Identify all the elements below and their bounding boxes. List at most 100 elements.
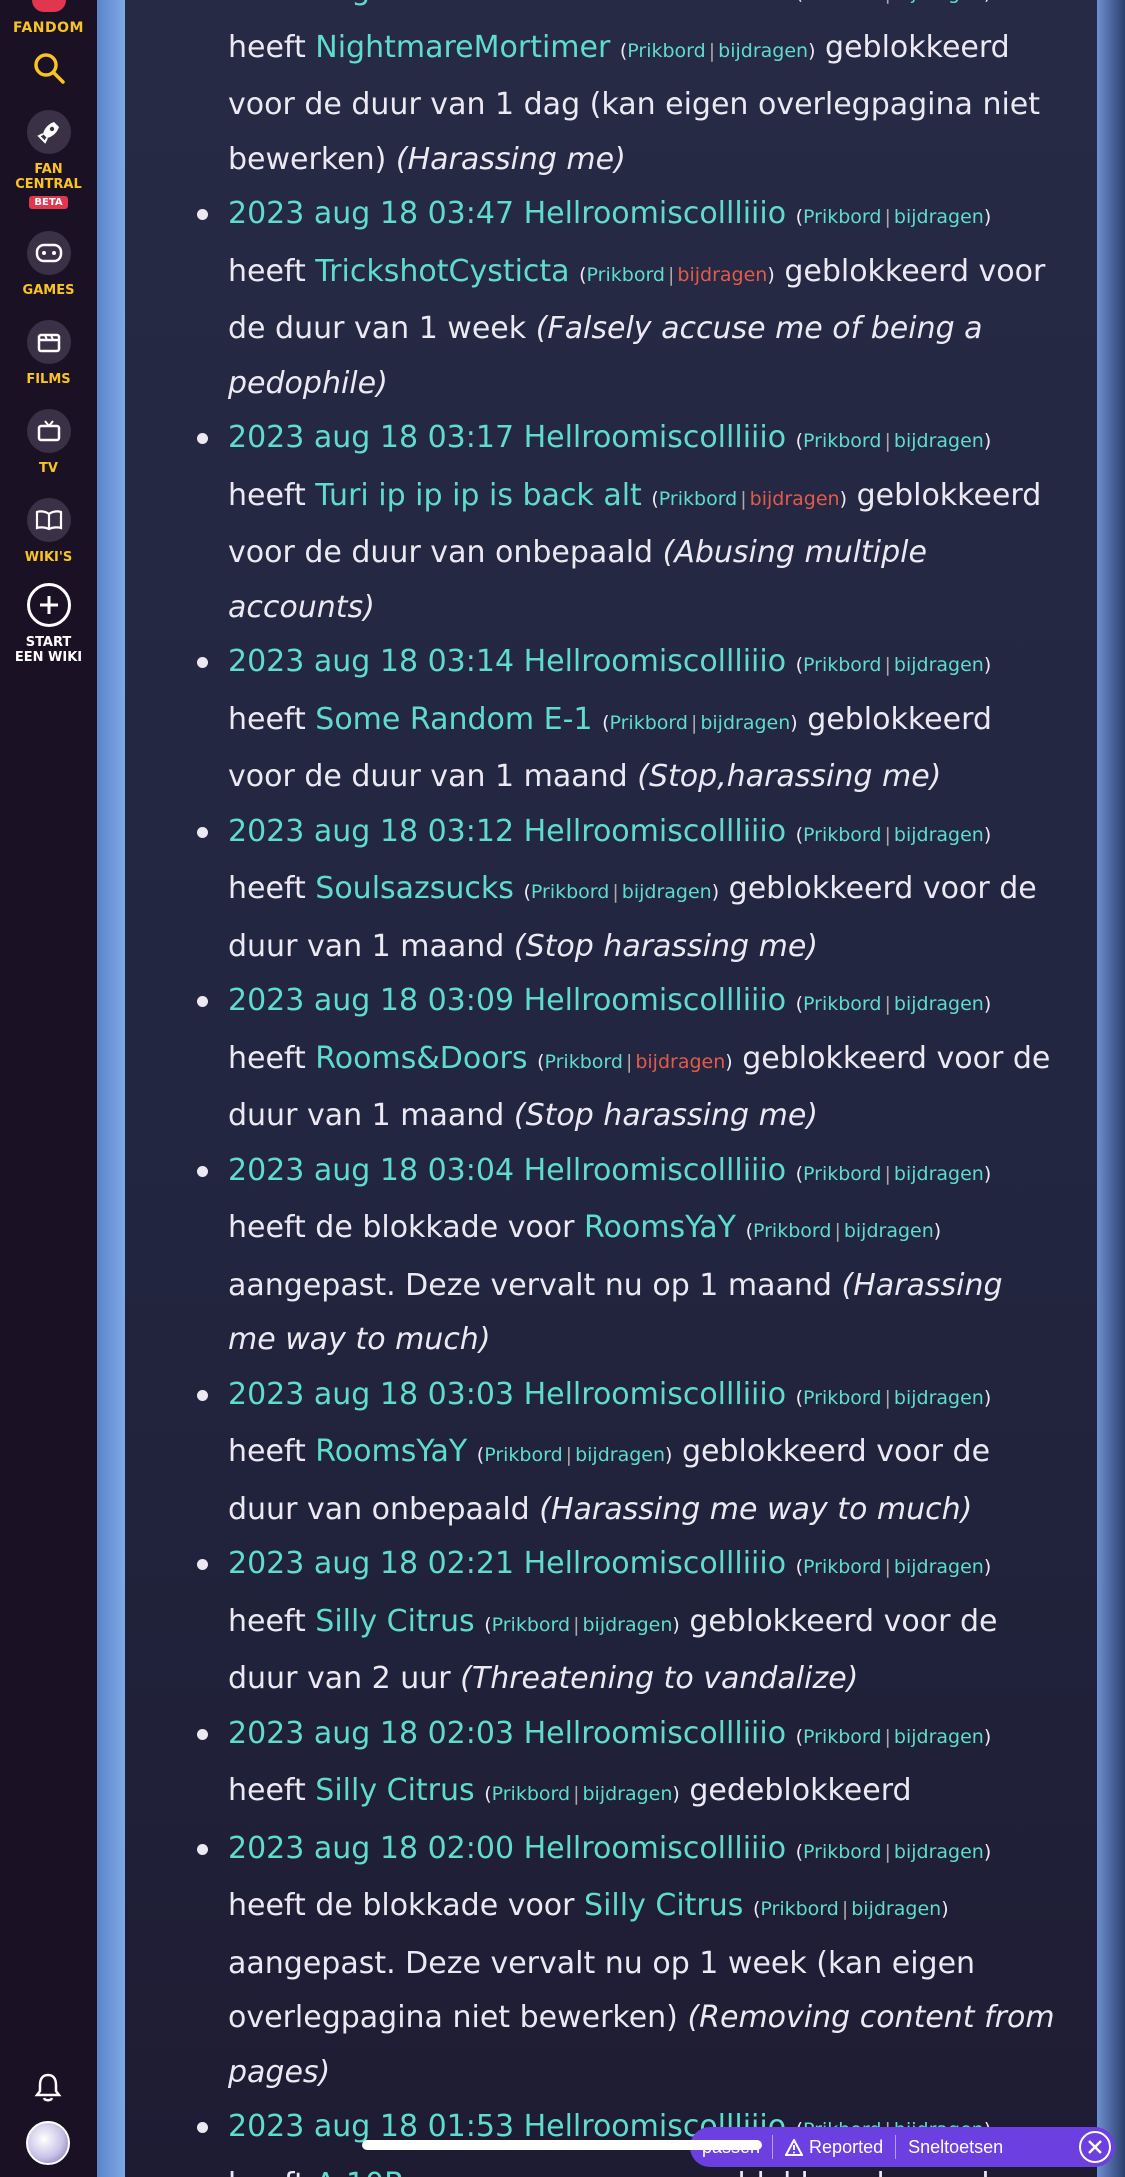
admin-user-link[interactable]: Hellroomiscollliiio: [524, 1153, 786, 1188]
target-user-link[interactable]: Soulsazsucks: [315, 871, 514, 906]
talk-link[interactable]: Prikbord: [803, 993, 881, 1015]
contribs-link[interactable]: bijdragen: [582, 1614, 672, 1636]
entry-timestamp-link[interactable]: 2023 aug 18 02:03: [228, 1716, 514, 1751]
contribs-link[interactable]: bijdragen: [622, 881, 712, 903]
contribs-link[interactable]: bijdragen: [851, 1898, 941, 1920]
talk-link[interactable]: Prikbord: [803, 1163, 881, 1185]
target-user-link[interactable]: RoomsYaY: [584, 1210, 736, 1245]
contribs-link[interactable]: bijdragen: [700, 712, 790, 734]
talk-link[interactable]: Prikbord: [803, 1556, 881, 1578]
contribs-link[interactable]: bijdragen: [894, 430, 984, 452]
fandom-brand-label[interactable]: FANDOM: [13, 20, 84, 36]
entry-timestamp-link[interactable]: 2023 aug 18 03:12: [228, 814, 514, 849]
admin-user-link[interactable]: Hellroomiscollliiio: [524, 814, 786, 849]
close-icon[interactable]: [1079, 2131, 1111, 2163]
target-user-link[interactable]: Some Random E-1: [315, 702, 592, 737]
entry-timestamp-link[interactable]: 2023 aug 18 03:14: [228, 644, 514, 679]
target-user-link[interactable]: Silly Citrus: [315, 1604, 474, 1639]
contribs-link[interactable]: bijdragen: [582, 1783, 672, 1805]
admin-user-link[interactable]: Hellroomiscollliiio: [524, 1377, 786, 1412]
talk-link[interactable]: Prikbord: [760, 1898, 838, 1920]
talk-link[interactable]: Prikbord: [627, 40, 705, 62]
admin-user-link[interactable]: Hellroomiscollliiio: [524, 1546, 786, 1581]
talk-link[interactable]: Prikbord: [803, 430, 881, 452]
reported-button[interactable]: Reported: [773, 2137, 895, 2158]
talk-link[interactable]: Prikbord: [803, 1841, 881, 1863]
contribs-link[interactable]: bijdragen: [894, 654, 984, 676]
entry-timestamp-link[interactable]: 2023 aug 18 01:53: [228, 2109, 514, 2144]
talk-link[interactable]: Prikbord: [803, 1387, 881, 1409]
contribs-link[interactable]: bijdragen: [894, 1387, 984, 1409]
target-user-link[interactable]: NightmareMortimer: [315, 30, 610, 65]
admin-user-link[interactable]: Hellroomiscollliiio: [524, 1716, 786, 1751]
nav-item-films[interactable]: FILMS: [0, 320, 97, 387]
contribs-link[interactable]: bijdragen: [894, 206, 984, 228]
admin-user-link[interactable]: Hellroomiscollliiio: [524, 1831, 786, 1866]
target-user-link[interactable]: Silly Citrus: [584, 1888, 743, 1923]
talk-link[interactable]: Prikbord: [803, 654, 881, 676]
entry-timestamp-link[interactable]: 2023 aug 18 03:04: [228, 1153, 514, 1188]
talk-link[interactable]: Prikbord: [609, 712, 687, 734]
talk-link[interactable]: Prikbord: [803, 824, 881, 846]
contribs-link[interactable]: bijdragen: [575, 1444, 665, 1466]
talk-link[interactable]: Prikbord: [492, 1614, 570, 1636]
contribs-link[interactable]: bijdragen: [894, 824, 984, 846]
verb-text: heeft: [228, 1210, 306, 1245]
entry-timestamp-link[interactable]: 2023 aug 18 03:17: [228, 420, 514, 455]
talk-link[interactable]: Prikbord: [531, 881, 609, 903]
block-duration: 1 maand: [495, 759, 628, 794]
entry-timestamp-link[interactable]: 2023 aug 18 03:47: [228, 196, 514, 231]
home-indicator[interactable]: [362, 2140, 762, 2150]
talk-link[interactable]: Prikbord: [587, 264, 665, 286]
admin-user-link[interactable]: Hellroomiscollliiio: [524, 420, 786, 455]
user-avatar[interactable]: [26, 2121, 70, 2165]
search-icon[interactable]: [31, 50, 67, 86]
notification-bell-icon[interactable]: [34, 2071, 62, 2107]
nav-item-start-wiki[interactable]: START EEN WIKI: [0, 583, 97, 665]
contribs-link[interactable]: bijdragen: [894, 1556, 984, 1578]
admin-user-link[interactable]: Hellroomiscollliiio: [524, 983, 786, 1018]
contribs-link[interactable]: bijdragen: [894, 1841, 984, 1863]
admin-user-link[interactable]: Hellroomiscollliiio: [524, 644, 786, 679]
talk-link[interactable]: Prikbord: [803, 206, 881, 228]
contribs-link[interactable]: bijdragen: [677, 264, 767, 286]
contribs-link[interactable]: bijdragen: [635, 1051, 725, 1073]
tools-separator: |: [573, 1613, 580, 1636]
verb-text: heeft: [228, 29, 306, 65]
target-user-link[interactable]: Silly Citrus: [315, 1773, 474, 1808]
target-user-tools: (Prikbord | bijdragen): [752, 1898, 949, 1920]
contribs-link[interactable]: bijdragen: [894, 1726, 984, 1748]
nav-item-tv[interactable]: TV: [0, 409, 97, 476]
contribs-link[interactable]: bijdragen: [894, 1163, 984, 1185]
nav-item-wikis[interactable]: WIKI'S: [0, 498, 97, 565]
contribs-link[interactable]: bijdragen: [718, 40, 808, 62]
shortcuts-button[interactable]: Sneltoetsen: [896, 2137, 1015, 2158]
fandom-logo-mark[interactable]: [31, 0, 66, 12]
target-user-link[interactable]: TrickshotCysticta: [315, 254, 569, 289]
target-user-link[interactable]: Turi ip ip ip is back alt: [315, 478, 642, 513]
talk-link[interactable]: Prikbord: [492, 1783, 570, 1805]
entry-timestamp-link[interactable]: 2023 aug 18 02:00: [228, 1831, 514, 1866]
nav-item-games[interactable]: GAMES: [0, 231, 97, 298]
admin-user-link[interactable]: Hellroomiscollliiio: [524, 196, 786, 231]
talk-link[interactable]: Prikbord: [803, 0, 881, 4]
contribs-link[interactable]: bijdragen: [894, 993, 984, 1015]
target-user-link[interactable]: A-10Rooms: [315, 2167, 485, 2177]
target-user-link[interactable]: Rooms&Doors: [315, 1041, 527, 1076]
admin-user-link[interactable]: Hellroomiscollliiio: [524, 0, 786, 7]
talk-link[interactable]: Prikbord: [544, 1051, 622, 1073]
talk-link[interactable]: Prikbord: [484, 1444, 562, 1466]
contribs-link[interactable]: bijdragen: [750, 488, 840, 510]
entry-timestamp-link[interactable]: 2023 aug 18 03:54: [228, 0, 514, 7]
entry-timestamp-link[interactable]: 2023 aug 18 02:21: [228, 1546, 514, 1581]
talk-link[interactable]: Prikbord: [659, 488, 737, 510]
talk-link[interactable]: Prikbord: [803, 1726, 881, 1748]
contribs-link[interactable]: bijdragen: [894, 0, 984, 4]
entry-timestamp-link[interactable]: 2023 aug 18 03:09: [228, 983, 514, 1018]
contribs-link[interactable]: bijdragen: [844, 1220, 934, 1242]
talk-link[interactable]: Prikbord: [753, 1220, 831, 1242]
nav-item-fan-central[interactable]: FAN CENTRAL BETA: [0, 110, 97, 209]
entry-timestamp-link[interactable]: 2023 aug 18 03:03: [228, 1377, 514, 1412]
verb-text: heeft: [228, 477, 306, 513]
target-user-link[interactable]: RoomsYaY: [315, 1434, 467, 1469]
